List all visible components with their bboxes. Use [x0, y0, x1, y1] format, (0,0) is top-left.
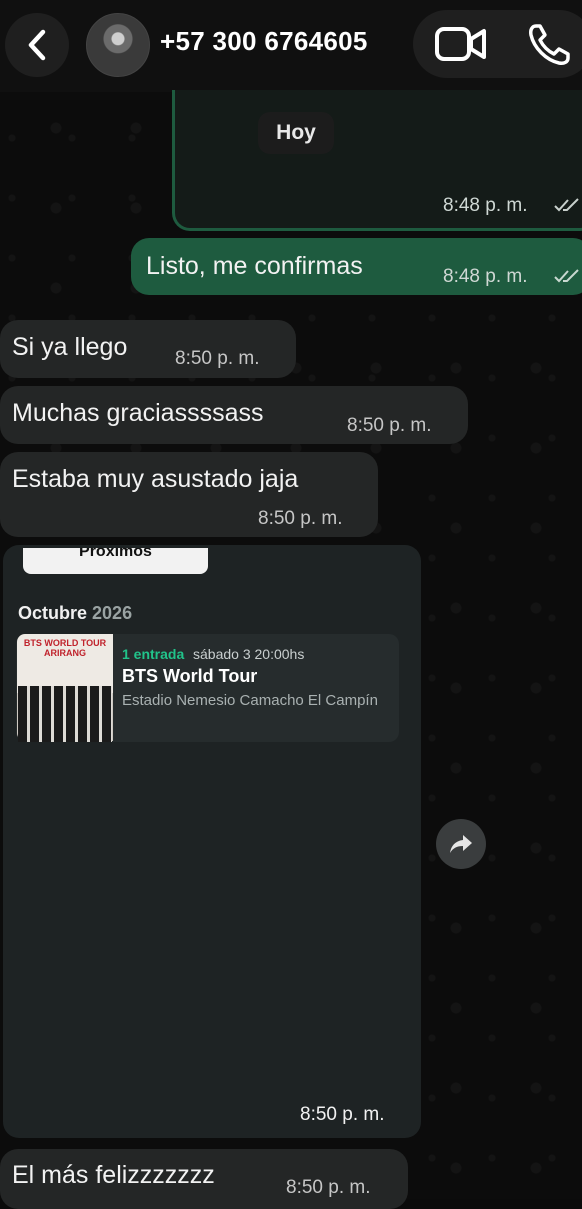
poster-text: BTS WORLD TOUR ARIRANG — [23, 638, 107, 658]
back-button[interactable] — [5, 13, 69, 77]
message-text: El más felizzzzzzz — [12, 1161, 215, 1189]
contact-name[interactable]: +57 300 6764605 — [160, 26, 368, 57]
ticket-venue: Estadio Nemesio Camacho El Campín — [122, 692, 378, 709]
message-bubble-incoming[interactable]: Si ya llego 8:50 p. m. — [0, 320, 296, 378]
month-label: Octubre — [18, 603, 88, 623]
message-bubble-incoming[interactable]: El más felizzzzzzz 8:50 p. m. — [0, 1149, 408, 1209]
ticket-quantity: 1 entrada — [122, 646, 185, 662]
message-text: Listo, me confirmas — [146, 252, 363, 280]
read-receipt-icon — [554, 269, 579, 283]
message-time: 8:50 p. m. — [258, 508, 343, 529]
year-label: 2026 — [92, 603, 133, 623]
avatar[interactable] — [86, 13, 150, 77]
tab-proximos: Próximos — [23, 548, 208, 574]
message-time: 8:50 p. m. — [300, 1104, 385, 1125]
forward-icon — [450, 835, 472, 853]
ticket-title: BTS World Tour — [122, 666, 258, 686]
chat-header: +57 300 6764605 — [0, 0, 582, 92]
video-camera-icon[interactable] — [434, 24, 488, 64]
message-time: 8:50 p. m. — [175, 348, 260, 369]
forward-button[interactable] — [436, 819, 486, 869]
message-text: Estaba muy asustado jaja — [12, 465, 299, 493]
message-bubble-outgoing[interactable]: Listo, me confirmas 8:48 p. m. — [131, 238, 582, 295]
chevron-left-icon — [28, 29, 46, 61]
date-separator: Hoy — [258, 112, 334, 154]
ticket-month-heading: Octubre 2026 — [18, 603, 132, 624]
message-text: Si ya llego — [12, 333, 128, 361]
poster-photo — [18, 686, 112, 742]
message-bubble-incoming[interactable]: Muchas graciassssass 8:50 p. m. — [0, 386, 468, 444]
message-time: 8:50 p. m. — [347, 415, 432, 436]
message-time: 8:48 p. m. — [443, 195, 528, 216]
message-text: Muchas graciassssass — [12, 399, 264, 427]
message-time: 8:48 p. m. — [443, 266, 528, 287]
message-time: 8:50 p. m. — [286, 1177, 371, 1198]
phone-icon[interactable] — [526, 22, 572, 68]
message-bubble-incoming[interactable]: Estaba muy asustado jaja 8:50 p. m. — [0, 452, 378, 537]
ticket-date: sábado 3 20:00hs — [193, 646, 305, 662]
read-receipt-icon — [554, 198, 579, 212]
